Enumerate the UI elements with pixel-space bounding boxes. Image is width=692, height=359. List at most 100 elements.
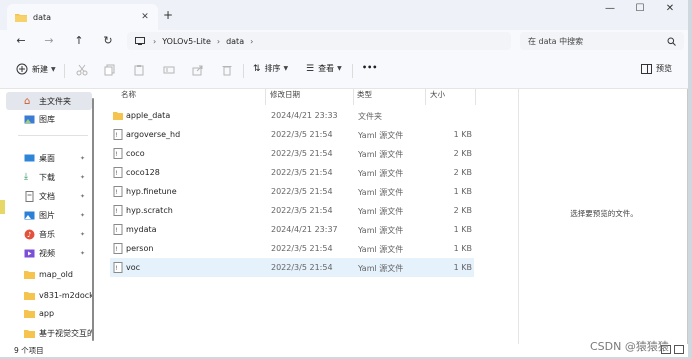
column-header-name[interactable]: 名称 bbox=[121, 89, 136, 101]
copy-icon[interactable] bbox=[104, 64, 116, 76]
delete-icon[interactable] bbox=[221, 64, 233, 76]
up-button[interactable]: ↑ bbox=[70, 33, 88, 49]
file-type: Yaml 源文件 bbox=[358, 150, 404, 159]
file-row-person[interactable]: ! person 2022/3/5 21:54 Yaml 源文件 1 KB bbox=[110, 239, 474, 258]
forward-button[interactable]: → bbox=[40, 33, 58, 49]
gallery-icon bbox=[24, 115, 35, 123]
sidebar-item-documents[interactable]: 文档 ✦ bbox=[0, 187, 93, 205]
search-box[interactable]: 在 data 中搜索 bbox=[520, 32, 684, 50]
file-name: voc bbox=[126, 263, 141, 272]
rename-icon[interactable] bbox=[163, 64, 175, 76]
sidebar-item-label: 下载 bbox=[39, 172, 55, 182]
file-row-apple-data[interactable]: apple_data 2024/4/21 23:33 文件夹 bbox=[110, 106, 474, 125]
sidebar-item-label: 主文件夹 bbox=[39, 96, 71, 106]
more-options-button[interactable]: ••• bbox=[362, 63, 377, 72]
file-size: 1 KB bbox=[453, 225, 472, 234]
file-size: 1 KB bbox=[453, 244, 472, 253]
new-button[interactable]: 新建 ▼ bbox=[16, 63, 56, 75]
file-row-coco[interactable]: ! coco 2022/3/5 21:54 Yaml 源文件 2 KB bbox=[110, 144, 474, 163]
sidebar-item-music[interactable]: ♪ 音乐 ✦ bbox=[0, 225, 93, 243]
sidebar-item-map-old[interactable]: map_old bbox=[0, 265, 93, 283]
watermark: CSDN @猿猿猿 bbox=[590, 340, 669, 353]
tab-data[interactable]: data ✕ bbox=[7, 4, 158, 30]
divider bbox=[64, 64, 65, 78]
breadcrumb-expand-chevron[interactable]: › bbox=[250, 37, 253, 46]
pin-icon: ✦ bbox=[80, 230, 86, 238]
sidebar-item-label: 桌面 bbox=[39, 153, 55, 163]
music-icon: ♪ bbox=[24, 229, 35, 239]
preview-pane: 选择要预览的文件。 bbox=[518, 89, 688, 344]
share-icon[interactable] bbox=[192, 64, 204, 76]
preview-pane-button[interactable]: 预览 bbox=[641, 63, 672, 74]
file-size: 1 KB bbox=[453, 263, 472, 272]
file-icon: ! bbox=[113, 205, 123, 216]
sidebar-item-downloads[interactable]: ⤓ 下载 ✦ bbox=[0, 168, 93, 186]
column-divider[interactable] bbox=[353, 89, 354, 105]
view-button[interactable]: ☰ 查看 ▼ bbox=[306, 63, 342, 74]
maximize-button[interactable]: ☐ bbox=[627, 3, 653, 14]
sidebar-item-pictures[interactable]: 图片 ✦ bbox=[0, 206, 93, 224]
preview-message: 选择要预览的文件。 bbox=[570, 209, 638, 218]
column-header-modified[interactable]: 修改日期 bbox=[270, 89, 300, 101]
column-header-size[interactable]: 大小 bbox=[430, 89, 445, 101]
file-name: mydata bbox=[126, 225, 157, 234]
folder-icon bbox=[24, 309, 35, 318]
sidebar-divider bbox=[18, 135, 88, 136]
sidebar-scrollbar[interactable] bbox=[92, 98, 94, 341]
refresh-button[interactable]: ↻ bbox=[99, 33, 117, 49]
minimize-button[interactable]: — bbox=[597, 3, 623, 14]
pin-icon: ✦ bbox=[80, 192, 86, 200]
file-row-voc[interactable]: ! voc 2022/3/5 21:54 Yaml 源文件 1 KB bbox=[110, 258, 474, 277]
sidebar-item-label: 音乐 bbox=[39, 229, 55, 239]
file-modified: 2024/4/21 23:37 bbox=[271, 225, 338, 234]
sidebar-item-home[interactable]: ⌂ 主文件夹 bbox=[6, 92, 92, 110]
paste-icon[interactable] bbox=[133, 64, 145, 76]
breadcrumb-data[interactable]: data bbox=[226, 37, 244, 46]
file-row-hyp-scratch[interactable]: ! hyp.scratch 2022/3/5 21:54 Yaml 源文件 2 … bbox=[110, 201, 474, 220]
sidebar-item-label: v831-m2dock- bbox=[39, 290, 93, 300]
back-button[interactable]: ← bbox=[12, 33, 30, 49]
column-header-type[interactable]: 类型 bbox=[357, 89, 372, 101]
new-tab-button[interactable]: + bbox=[163, 8, 173, 22]
file-list: 名称 修改日期 类型 大小 apple_data 2024/4/21 23:33… bbox=[95, 89, 517, 344]
file-size: 2 KB bbox=[453, 206, 472, 215]
tab-title: data bbox=[33, 12, 52, 22]
file-type: Yaml 源文件 bbox=[358, 131, 404, 140]
sidebar-item-visual-interaction[interactable]: 基于视觉交互的 bbox=[0, 324, 93, 342]
file-row-coco128[interactable]: ! coco128 2022/3/5 21:54 Yaml 源文件 2 KB bbox=[110, 163, 474, 182]
file-row-hyp-finetune[interactable]: ! hyp.finetune 2022/3/5 21:54 Yaml 源文件 1… bbox=[110, 182, 474, 201]
cut-icon[interactable] bbox=[76, 64, 88, 76]
chevron-down-icon: ▼ bbox=[51, 65, 56, 73]
svg-text:!: ! bbox=[116, 151, 118, 158]
file-modified: 2022/3/5 21:54 bbox=[271, 168, 333, 177]
sidebar-item-v831[interactable]: v831-m2dock- bbox=[0, 286, 93, 304]
file-modified: 2022/3/5 21:54 bbox=[271, 149, 333, 158]
tiles-view-icon[interactable] bbox=[674, 345, 684, 354]
address-bar[interactable]: › YOLOv5-Lite › data › bbox=[127, 32, 511, 50]
window-close-button[interactable]: ✕ bbox=[657, 3, 683, 14]
folder-icon bbox=[24, 270, 35, 279]
sidebar-item-desktop[interactable]: 桌面 ✦ bbox=[0, 149, 93, 167]
svg-text:♪: ♪ bbox=[27, 231, 31, 239]
sidebar-item-gallery[interactable]: 图库 bbox=[0, 110, 93, 128]
sidebar-item-app[interactable]: app bbox=[0, 304, 93, 322]
file-modified: 2022/3/5 21:54 bbox=[271, 130, 333, 139]
breadcrumb-yolov5-lite[interactable]: YOLOv5-Lite bbox=[162, 37, 211, 46]
file-type: Yaml 源文件 bbox=[358, 207, 404, 216]
item-count: 9 个项目 bbox=[14, 346, 44, 355]
sidebar-item-videos[interactable]: 视频 ✦ bbox=[0, 244, 93, 262]
sidebar-item-label: 视频 bbox=[39, 248, 55, 258]
sort-button[interactable]: ⇅ 排序 ▼ bbox=[253, 63, 288, 74]
tab-close-icon[interactable]: ✕ bbox=[138, 10, 152, 24]
file-name: hyp.finetune bbox=[126, 187, 177, 196]
file-row-argoverse-hd[interactable]: ! argoverse_hd 2022/3/5 21:54 Yaml 源文件 1… bbox=[110, 125, 474, 144]
sidebar-item-label: app bbox=[39, 308, 55, 318]
file-type: Yaml 源文件 bbox=[358, 169, 404, 178]
svg-text:!: ! bbox=[116, 227, 118, 234]
column-divider[interactable] bbox=[475, 89, 476, 105]
column-divider[interactable] bbox=[425, 89, 426, 105]
download-icon: ⤓ bbox=[24, 171, 28, 182]
file-modified: 2022/3/5 21:54 bbox=[271, 244, 333, 253]
column-divider[interactable] bbox=[265, 89, 266, 105]
file-row-mydata[interactable]: ! mydata 2024/4/21 23:37 Yaml 源文件 1 KB bbox=[110, 220, 474, 239]
